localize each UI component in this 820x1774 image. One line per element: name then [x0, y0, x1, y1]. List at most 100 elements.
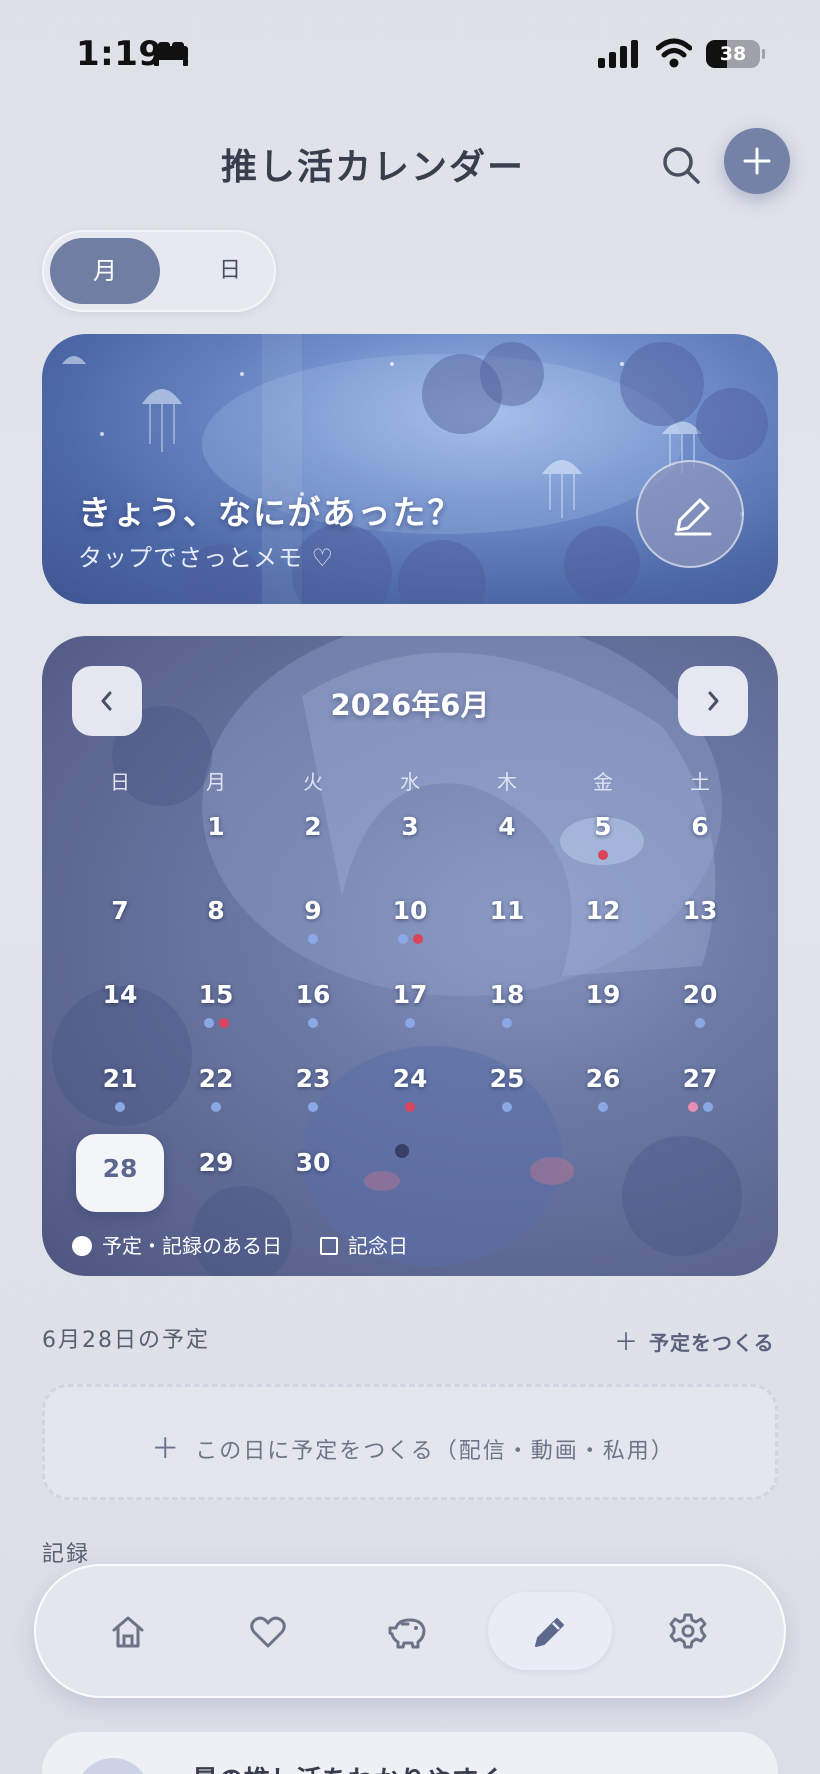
event-dot: [405, 1102, 415, 1112]
schedule-heading: 6月28日の予定: [42, 1328, 210, 1353]
view-toggle: 月 日: [42, 230, 276, 312]
event-dot: [397, 934, 408, 944]
pencil-icon: [674, 498, 712, 536]
next-month-button[interactable]: [678, 666, 748, 736]
create-schedule-placeholder[interactable]: ＋ この日に予定をつくる（配信・動画・私用）: [42, 1384, 778, 1500]
calendar-day[interactable]: 12: [573, 896, 633, 925]
calendar-day[interactable]: 27: [670, 1064, 730, 1093]
event-dot: [502, 1102, 512, 1112]
calendar-day[interactable]: 7: [90, 896, 150, 925]
event-dot-legend-icon: [72, 1236, 92, 1256]
calendar-day[interactable]: 15: [186, 980, 246, 1009]
tab-home[interactable]: [88, 1592, 168, 1672]
plus-icon: ＋: [151, 1432, 182, 1465]
record-card[interactable]: 最の推し活をわかりやすく: [42, 1732, 778, 1774]
event-dot: [115, 1102, 125, 1112]
calendar-day[interactable]: 29: [186, 1148, 246, 1177]
signal-icon: [598, 40, 638, 68]
event-dot: [203, 1018, 214, 1028]
bed-icon: [154, 42, 188, 66]
event-dot: [687, 1102, 698, 1112]
legend-anniversary-label: 記念日: [348, 1234, 408, 1258]
weekday-label: 水: [400, 770, 420, 794]
banner-subtitle: タップでさっとメモ ♡: [78, 544, 335, 572]
calendar-day[interactable]: 9: [283, 896, 343, 925]
calendar-day-today[interactable]: 28: [76, 1154, 164, 1183]
calendar-day[interactable]: 5: [573, 812, 633, 841]
tab-records[interactable]: [510, 1592, 590, 1672]
create-schedule-link[interactable]: ＋ 予定をつくる: [614, 1322, 775, 1357]
calendar-day[interactable]: 25: [477, 1064, 537, 1093]
calendar-day[interactable]: 8: [186, 896, 246, 925]
status-bar: 1:19 38: [0, 0, 820, 100]
plus-icon: [743, 147, 771, 175]
event-dot: [218, 1018, 229, 1028]
pencil-icon: [535, 1618, 564, 1647]
calendar-day[interactable]: 4: [477, 812, 537, 841]
quick-memo-banner[interactable]: きょう、なにがあった？ タップでさっとメモ ♡: [42, 334, 778, 604]
calendar-day[interactable]: 16: [283, 980, 343, 1009]
event-dot: [211, 1102, 221, 1112]
weekday-label: 火: [303, 770, 323, 794]
calendar-day[interactable]: 2: [283, 812, 343, 841]
page-title: 推し活カレンダー: [220, 147, 525, 188]
weekday-label: 日: [110, 770, 130, 794]
avatar: [76, 1758, 150, 1774]
calendar-day[interactable]: 24: [380, 1064, 440, 1093]
calendar-day[interactable]: 1: [186, 812, 246, 841]
create-schedule-label: 予定をつくる: [649, 1331, 775, 1355]
tab-settings[interactable]: [648, 1592, 728, 1672]
event-dot: [308, 1102, 318, 1112]
calendar-day[interactable]: 3: [380, 812, 440, 841]
calendar-day[interactable]: 21: [90, 1064, 150, 1093]
calendar-day[interactable]: 6: [670, 812, 730, 841]
weekday-label: 土: [690, 770, 710, 794]
calendar-day[interactable]: 19: [573, 980, 633, 1009]
calendar-day[interactable]: 23: [283, 1064, 343, 1093]
records-heading: 記録: [42, 1542, 91, 1567]
month-calendar: 2026年6月 日月火水木金土 1 2 3 4 5 6 7 8 9 10 11 12 13 14 15 16 1…: [42, 636, 778, 1276]
quick-memo-button[interactable]: [636, 460, 744, 568]
piggy-bank-icon: [388, 1618, 426, 1649]
weekday-label: 月: [206, 770, 226, 794]
calendar-month-title: 2026年6月: [330, 688, 490, 722]
calendar-day[interactable]: 11: [477, 896, 537, 925]
wifi-icon: [656, 38, 692, 68]
home-icon: [112, 1616, 144, 1648]
plus-icon: ＋: [614, 1328, 639, 1356]
calendar-day[interactable]: 26: [573, 1064, 633, 1093]
tab-favorites[interactable]: [228, 1592, 308, 1672]
weekday-label: 金: [593, 770, 613, 794]
event-dot: [598, 1102, 608, 1112]
tab-savings[interactable]: [368, 1592, 448, 1672]
calendar-day[interactable]: 20: [670, 980, 730, 1009]
banner-title: きょう、なにがあった？: [78, 493, 463, 532]
event-dot: [308, 1018, 318, 1028]
calendar-day[interactable]: 13: [670, 896, 730, 925]
event-dot: [695, 1018, 705, 1028]
calendar-day[interactable]: 14: [90, 980, 150, 1009]
weekday-label: 木: [497, 770, 517, 794]
tab-day[interactable]: 日: [200, 238, 260, 304]
battery-level-text: 38: [719, 43, 747, 65]
calendar-day[interactable]: 30: [283, 1148, 343, 1177]
heart-icon: [250, 1616, 286, 1648]
calendar-day[interactable]: 22: [186, 1064, 246, 1093]
event-dot: [412, 934, 423, 944]
battery-indicator: 38: [706, 40, 765, 68]
record-card-title: 最の推し活をわかりやすく: [192, 1760, 504, 1774]
add-button[interactable]: [724, 128, 790, 194]
event-dot: [308, 934, 318, 944]
bottom-tab-bar: [34, 1564, 786, 1698]
calendar-day[interactable]: 18: [477, 980, 537, 1009]
legend-events-label: 予定・記録のある日: [102, 1234, 282, 1258]
search-icon[interactable]: [658, 142, 704, 188]
status-time: 1:19: [76, 34, 163, 74]
tab-month[interactable]: 月: [50, 238, 160, 304]
event-dot: [502, 1018, 512, 1028]
create-schedule-placeholder-label: この日に予定をつくる（配信・動画・私用）: [195, 1439, 675, 1464]
calendar-day[interactable]: 17: [380, 980, 440, 1009]
chevron-right-icon: [708, 691, 719, 711]
event-dot: [598, 850, 608, 860]
calendar-day[interactable]: 10: [380, 896, 440, 925]
